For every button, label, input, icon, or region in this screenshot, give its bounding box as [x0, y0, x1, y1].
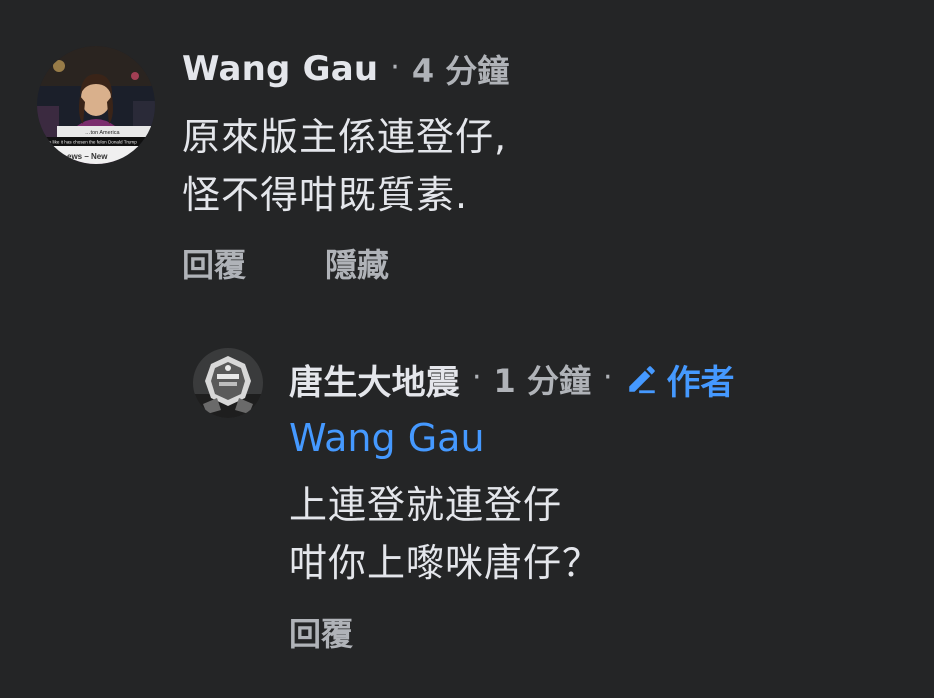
reply-timestamp[interactable]: 1 分鐘: [494, 356, 591, 402]
reply-text-line: 上連登就連登仔: [289, 483, 563, 527]
comment-text-line: 原來版主係連登仔,: [182, 115, 508, 159]
reply-button[interactable]: 回覆: [182, 240, 246, 286]
reply-text-line: 咁你上嚟咪唐仔？: [289, 541, 602, 585]
reply-button[interactable]: 回覆: [289, 609, 353, 655]
avatar-news-photo-icon: …ton America Looks like it has chosen th…: [37, 46, 155, 164]
reply-author-name[interactable]: 唐生大地震: [289, 355, 460, 404]
mention-link[interactable]: Wang Gau: [289, 416, 485, 460]
separator-dot: ·: [602, 359, 613, 395]
reply-header: 唐生大地震 · 1 分鐘 · 作者: [289, 356, 735, 403]
author-badge: 作者: [625, 355, 735, 404]
separator-dot: ·: [472, 359, 482, 395]
comment-author-name[interactable]: Wang Gau: [182, 49, 378, 89]
comment-text-line: 怪不得咁既質素.: [182, 173, 469, 217]
avatar-wang-gau[interactable]: …ton America Looks like it has chosen th…: [37, 46, 155, 164]
comment-thread: …ton America Looks like it has chosen th…: [0, 0, 934, 698]
svg-text:ews – New: ews – New: [67, 152, 108, 161]
author-badge-label: 作者: [666, 362, 735, 403]
svg-text:Looks like it has chosen the f: Looks like it has chosen the felon Donal…: [39, 140, 137, 145]
pencil-icon: [628, 366, 655, 394]
svg-text:…ton America: …ton America: [85, 130, 120, 136]
comment-header: Wang Gau · 4 分鐘: [182, 48, 509, 90]
separator-dot: ·: [390, 49, 400, 85]
avatar-emblem-icon: [193, 348, 263, 418]
avatar-tong-sang[interactable]: [193, 348, 263, 418]
hide-button[interactable]: 隱藏: [325, 240, 389, 286]
comment-timestamp[interactable]: 4 分鐘: [412, 46, 509, 92]
